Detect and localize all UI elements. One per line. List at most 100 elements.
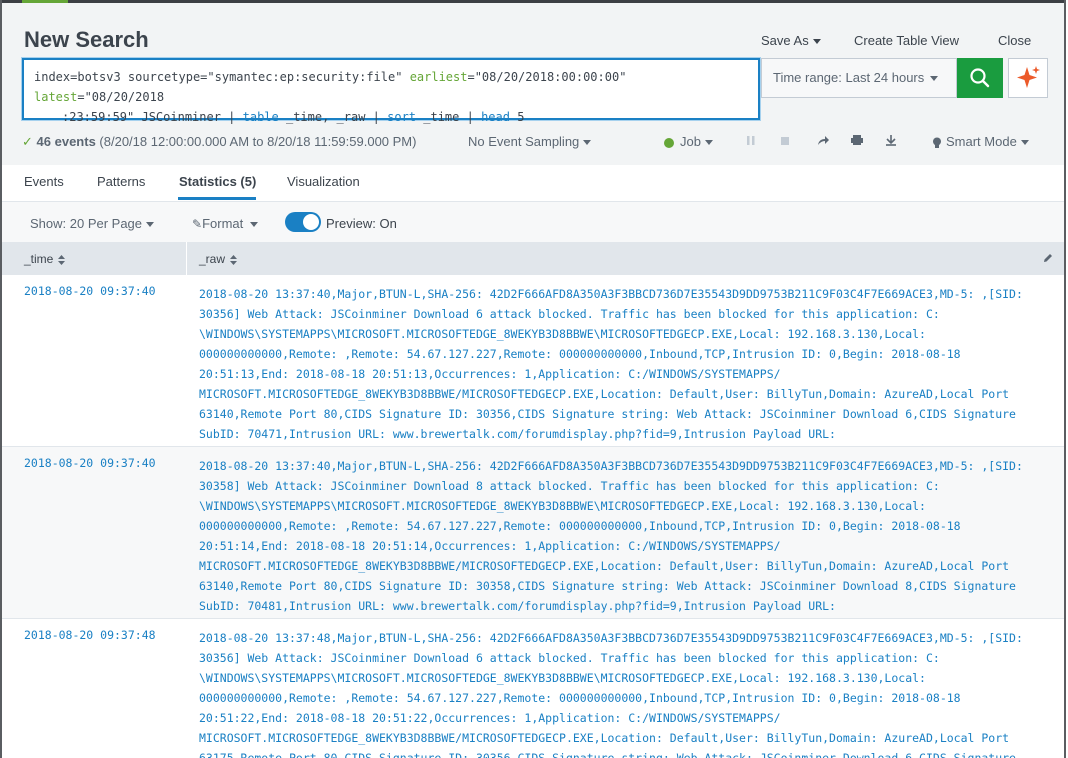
raw-line: 30356] Web Attack: JSCoinminer Download … [199, 651, 940, 665]
app-window: New Search Save As Create Table View Clo… [0, 0, 1066, 758]
cell-raw[interactable]: 2018-08-20 13:37:48,Major,BTUN-L,SHA-256… [199, 628, 1039, 758]
stop-icon [781, 137, 789, 145]
save-as-label: Save As [761, 33, 809, 48]
tab-visualization[interactable]: Visualization [287, 174, 360, 189]
query-command: sort [387, 110, 417, 124]
search-input[interactable]: index=botsv3 sourcetype="symantec:ep:sec… [22, 58, 760, 124]
raw-line: 20:51:22,End: 2018-08-18 20:51:22,Occurr… [199, 711, 781, 725]
close-link[interactable]: Close [998, 33, 1031, 48]
raw-line: 20:51:14,End: 2018-08-18 20:51:14,Occurr… [199, 539, 781, 553]
chevron-down-icon [250, 222, 259, 228]
table-row[interactable]: 2018-08-20 09:37:48 2018-08-20 13:37:48,… [2, 619, 1064, 758]
save-as-menu[interactable]: Save As [761, 33, 821, 48]
job-menu[interactable]: Job [664, 134, 713, 149]
sort-icon [230, 254, 238, 265]
edit-columns-button[interactable] [1042, 252, 1054, 267]
pause-button[interactable] [746, 134, 756, 149]
cell-time[interactable]: 2018-08-20 09:37:40 [24, 456, 156, 470]
event-sampling-label: No Event Sampling [468, 134, 580, 149]
format-label: Format [202, 216, 244, 231]
stop-button[interactable] [780, 134, 790, 149]
table-row[interactable]: 2018-08-20 09:37:40 2018-08-20 13:37:40,… [2, 275, 1064, 447]
cell-time[interactable]: 2018-08-20 09:37:48 [24, 628, 156, 642]
page-title: New Search [24, 27, 149, 52]
chevron-down-icon [1020, 140, 1029, 146]
share-button[interactable] [816, 134, 830, 149]
raw-line: MICROSOFT.MICROSOFTEDGE_8WEKYB3D8BBWE/MI… [199, 559, 1010, 573]
print-button[interactable] [850, 134, 864, 149]
query-text: :23:59:59" JSCoinminer | [62, 110, 243, 124]
results-toolbar: Show: 20 Per Page ✎Format Preview: On [2, 202, 1064, 242]
column-header-time[interactable]: _time [24, 252, 66, 266]
raw-line: 2018-08-20 13:37:40,Major,BTUN-L,SHA-256… [199, 459, 1023, 473]
toggle-knob [303, 214, 319, 230]
chevron-down-icon [146, 222, 155, 228]
raw-line: \WINDOWS\SYSTEMAPPS\MICROSOFT.MICROSOFTE… [199, 499, 926, 513]
active-tab-indicator [178, 197, 256, 200]
query-text: ="08/20/2018 [77, 90, 165, 104]
search-mode-label: Smart Mode [946, 134, 1017, 149]
cell-time[interactable]: 2018-08-20 09:37:40 [24, 284, 156, 298]
create-table-view-link[interactable]: Create Table View [854, 33, 959, 48]
export-button[interactable] [884, 134, 898, 149]
cell-raw[interactable]: 2018-08-20 13:37:40,Major,BTUN-L,SHA-256… [199, 284, 1039, 444]
search-query-line-2: :23:59:59" JSCoinminer | table _time, _r… [34, 107, 748, 127]
check-icon: ✓ [22, 134, 33, 149]
chevron-down-icon [704, 140, 713, 146]
query-text: 5 [509, 110, 525, 124]
search-button[interactable] [957, 58, 1003, 98]
query-text: _time | [416, 110, 482, 124]
tab-statistics[interactable]: Statistics (5) [179, 174, 256, 189]
raw-line: 30356] Web Attack: JSCoinminer Download … [199, 307, 940, 321]
per-page-menu[interactable]: Show: 20 Per Page [30, 216, 155, 231]
query-text: ="08/20/2018:00:00:00" [467, 70, 627, 84]
raw-line: MICROSOFT.MICROSOFTEDGE_8WEKYB3D8BBWE/MI… [199, 387, 1010, 401]
chevron-down-icon [583, 140, 592, 146]
column-label: _raw [199, 252, 226, 266]
raw-line: MICROSOFT.MICROSOFTEDGE_8WEKYB3D8BBWE/MI… [199, 731, 1010, 745]
events-count: 46 events [36, 134, 96, 149]
raw-line: 2018-08-20 13:37:40,Major,BTUN-L,SHA-256… [199, 287, 1023, 301]
job-status-icon [664, 137, 674, 148]
results-tabs: Events Patterns Statistics (5) Visualiza… [2, 165, 1064, 202]
raw-line: 63140,Remote Port 80,CIDS Signature ID: … [199, 407, 1016, 421]
query-command: table [242, 110, 279, 124]
query-keyword: earliest [409, 70, 468, 84]
events-time-range: (8/20/18 12:00:00.000 AM to 8/20/18 11:5… [99, 134, 417, 149]
search-mode-menu[interactable]: Smart Mode [932, 134, 1029, 149]
raw-line: 30358] Web Attack: JSCoinminer Download … [199, 479, 940, 493]
raw-line: 63140,Remote Port 80,CIDS Signature ID: … [199, 579, 1016, 593]
ai-assistant-button[interactable] [1008, 58, 1048, 98]
cell-raw[interactable]: 2018-08-20 13:37:40,Major,BTUN-L,SHA-256… [199, 456, 1039, 616]
query-command: head [481, 110, 510, 124]
sparkle-icon [1017, 66, 1040, 88]
time-range-label: Time range: Last 24 hours [773, 70, 925, 85]
raw-line: 000000000000,Remote: ,Remote: 54.67.127.… [199, 519, 961, 533]
raw-line: 20:51:13,End: 2018-08-18 20:51:13,Occurr… [199, 367, 781, 381]
table-header: _time _raw [2, 242, 1064, 275]
tab-events[interactable]: Events [24, 174, 64, 189]
raw-line: 000000000000,Remote: ,Remote: 54.67.127.… [199, 347, 961, 361]
search-query-line-1: index=botsv3 sourcetype="symantec:ep:sec… [34, 67, 748, 107]
tab-patterns[interactable]: Patterns [97, 174, 145, 189]
time-range-picker[interactable]: Time range: Last 24 hours [761, 58, 957, 98]
preview-toggle[interactable] [285, 212, 321, 232]
column-label: _time [24, 252, 54, 266]
chevron-down-icon [930, 76, 939, 82]
column-divider [186, 242, 187, 275]
raw-line: 63175,Remote Port 80,CIDS Signature ID: … [199, 751, 1016, 758]
search-header: New Search Save As Create Table View Clo… [2, 3, 1064, 165]
chevron-down-icon [812, 39, 821, 45]
event-sampling-menu[interactable]: No Event Sampling [468, 134, 592, 149]
column-header-raw[interactable]: _raw [199, 252, 238, 266]
raw-line: SubID: 70471,Intrusion URL: www.brewerta… [199, 427, 836, 441]
job-label: Job [680, 134, 701, 149]
query-keyword: latest [34, 90, 78, 104]
pause-icon [747, 136, 755, 145]
lightbulb-icon [933, 137, 941, 148]
raw-line: 2018-08-20 13:37:48,Major,BTUN-L,SHA-256… [199, 631, 1023, 645]
format-menu[interactable]: ✎Format [192, 216, 259, 231]
table-row[interactable]: 2018-08-20 09:37:40 2018-08-20 13:37:40,… [2, 447, 1064, 619]
share-icon [818, 136, 829, 145]
raw-line: \WINDOWS\SYSTEMAPPS\MICROSOFT.MICROSOFTE… [199, 327, 926, 341]
